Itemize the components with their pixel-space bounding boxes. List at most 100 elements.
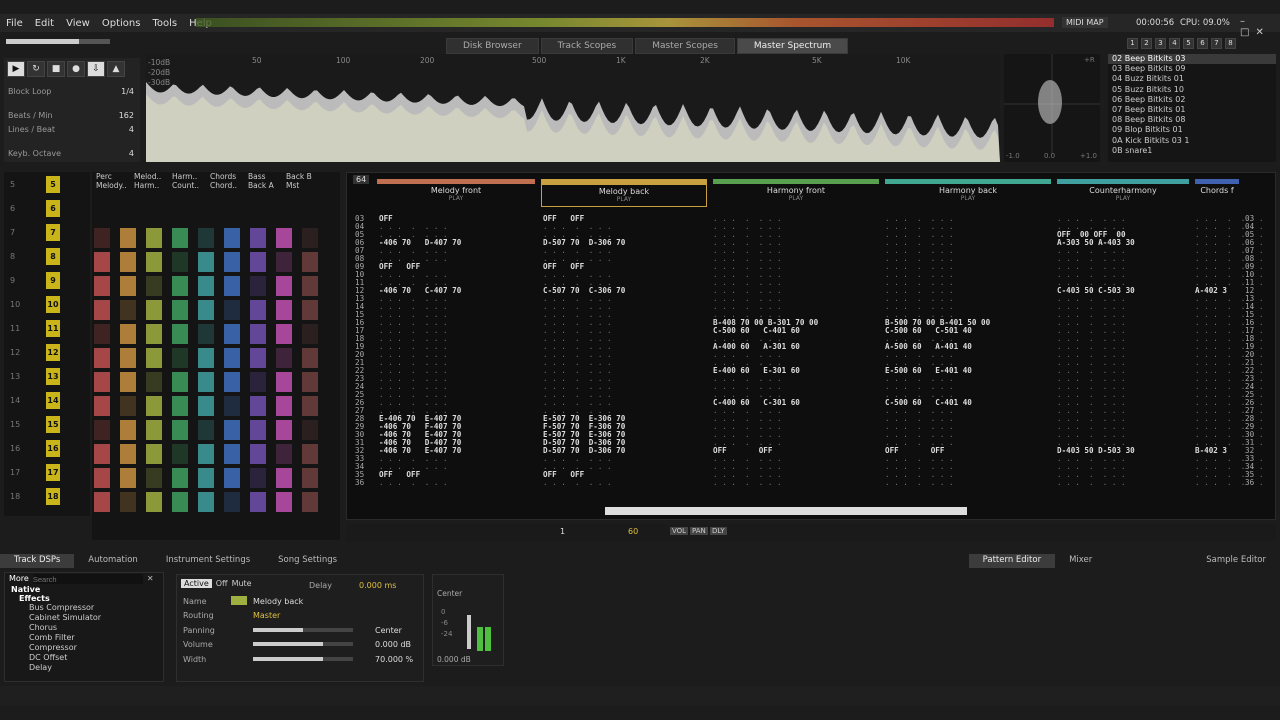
matrix-cell[interactable] xyxy=(120,420,136,440)
instrument-list[interactable]: 02 Beep Bitkits 03 03 Beep Bitkits 09 04… xyxy=(1108,54,1276,162)
matrix-cell[interactable] xyxy=(250,492,266,512)
dsp-item[interactable]: Comb Filter xyxy=(5,633,163,643)
panning-value[interactable]: Center xyxy=(375,626,402,635)
matrix-cell[interactable] xyxy=(198,228,214,248)
pattern-sequencer[interactable]: 5 5 6 6 7 7 8 8 9 9 10 10 11 11 12 12 13 13 14 14 15 15 16 16 17… xyxy=(4,172,90,516)
tab-song-settings[interactable]: Song Settings xyxy=(264,554,351,568)
matrix-cell[interactable] xyxy=(276,444,292,464)
instrument-item[interactable]: 03 Beep Bitkits 09 xyxy=(1108,64,1276,74)
dsp-item[interactable]: Bus Compressor xyxy=(5,603,163,613)
active-button[interactable]: Active xyxy=(181,579,212,588)
matrix-cell[interactable] xyxy=(120,372,136,392)
dsp-search-input[interactable] xyxy=(32,574,143,584)
matrix-cell[interactable] xyxy=(276,396,292,416)
pattern-line[interactable]: . . . . . . . xyxy=(885,479,990,487)
maximize-icon[interactable]: □ xyxy=(1240,27,1255,38)
pattern-line[interactable]: . . . . . . . xyxy=(543,479,625,487)
pattern-number[interactable]: 64 xyxy=(353,175,370,184)
track-header-harmony-back[interactable]: Harmony back PLAY xyxy=(885,179,1051,207)
play-icon[interactable]: ▶ xyxy=(7,61,25,77)
instrument-item[interactable]: 04 Buzz Bitkits 01 xyxy=(1108,74,1276,84)
horizontal-scrollbar[interactable] xyxy=(605,507,967,515)
matrix-cell[interactable] xyxy=(250,252,266,272)
matrix-cell[interactable] xyxy=(224,348,240,368)
matrix-cell[interactable] xyxy=(94,252,110,272)
matrix-cell[interactable] xyxy=(120,396,136,416)
matrix-cell[interactable] xyxy=(302,228,318,248)
matrix-cell[interactable] xyxy=(172,372,188,392)
pattern-matrix[interactable]: Perc Melod.. Harm.. Chords Bass Back B M… xyxy=(92,172,340,540)
matrix-cell[interactable] xyxy=(276,324,292,344)
matrix-cell[interactable] xyxy=(94,228,110,248)
volume-value[interactable]: 0.000 dB xyxy=(375,640,411,649)
sequence-pattern-button[interactable]: 7 xyxy=(46,224,60,241)
matrix-cell[interactable] xyxy=(120,444,136,464)
instrument-item[interactable]: 0A Kick Bitkits 03 1 xyxy=(1108,136,1276,146)
instrument-item[interactable]: 06 Beep Bitkits 02 xyxy=(1108,95,1276,105)
menu-tools[interactable]: Tools xyxy=(152,18,177,29)
matrix-cell[interactable] xyxy=(250,324,266,344)
matrix-cell[interactable] xyxy=(172,324,188,344)
sequence-pattern-button[interactable]: 15 xyxy=(46,416,60,433)
tab-master-scopes[interactable]: Master Scopes xyxy=(635,38,735,54)
pan-column-toggle[interactable]: PAN xyxy=(690,527,708,535)
loop-icon[interactable]: ↻ xyxy=(27,61,45,77)
matrix-cell[interactable] xyxy=(302,348,318,368)
preset-7-button[interactable]: 7 xyxy=(1211,38,1222,49)
block-loop-value[interactable]: 1/4 xyxy=(121,87,134,96)
matrix-cell[interactable] xyxy=(250,396,266,416)
dsp-item[interactable]: Delay xyxy=(5,663,163,673)
sequence-pattern-button[interactable]: 8 xyxy=(46,248,60,265)
lpb-value[interactable]: 4 xyxy=(129,125,134,134)
matrix-cell[interactable] xyxy=(302,492,318,512)
matrix-cell[interactable] xyxy=(276,372,292,392)
matrix-cell[interactable] xyxy=(276,420,292,440)
menu-view[interactable]: View xyxy=(66,18,90,29)
matrix-cell[interactable] xyxy=(172,468,188,488)
matrix-cell[interactable] xyxy=(120,252,136,272)
matrix-cell[interactable] xyxy=(146,492,162,512)
sequence-pattern-button[interactable]: 9 xyxy=(46,272,60,289)
matrix-cell[interactable] xyxy=(146,372,162,392)
matrix-cell[interactable] xyxy=(146,420,162,440)
matrix-cell[interactable] xyxy=(146,252,162,272)
matrix-cell[interactable] xyxy=(250,420,266,440)
matrix-cell[interactable] xyxy=(146,444,162,464)
matrix-cell[interactable] xyxy=(224,492,240,512)
preset-6-button[interactable]: 6 xyxy=(1197,38,1208,49)
pattern-editor[interactable]: 64 03 04 05 06 07 08 09 10 11 12 13 14 15 16 17 18 19 20 2… xyxy=(346,172,1276,520)
pattern-line[interactable]: . . . . . . . xyxy=(1195,479,1264,487)
preset-5-button[interactable]: 5 xyxy=(1183,38,1194,49)
sequence-pattern-button[interactable]: 14 xyxy=(46,392,60,409)
pattern-line[interactable]: . . . . . . . xyxy=(713,479,818,487)
sequence-pattern-button[interactable]: 16 xyxy=(46,440,60,457)
matrix-cell[interactable] xyxy=(276,252,292,272)
width-slider[interactable] xyxy=(253,657,353,661)
matrix-cell[interactable] xyxy=(224,252,240,272)
matrix-cell[interactable] xyxy=(276,300,292,320)
sequence-pattern-button[interactable]: 5 xyxy=(46,176,60,193)
matrix-cell[interactable] xyxy=(198,492,214,512)
track-color-swatch[interactable] xyxy=(231,596,247,605)
stop-icon[interactable]: ■ xyxy=(47,61,65,77)
matrix-cell[interactable] xyxy=(94,444,110,464)
matrix-cell[interactable] xyxy=(172,396,188,416)
matrix-cell[interactable] xyxy=(250,300,266,320)
track-column-chords-front[interactable]: . . . . . . .. . . . . . .. . . . . . ..… xyxy=(1195,215,1264,487)
dsp-item[interactable]: Compressor xyxy=(5,643,163,653)
matrix-cell[interactable] xyxy=(224,228,240,248)
preset-4-button[interactable]: 4 xyxy=(1169,38,1180,49)
matrix-cell[interactable] xyxy=(94,492,110,512)
track-column-counterharmony[interactable]: . . . . . . .. . . . . . . OFF 00 OFF 00 A… xyxy=(1057,215,1135,487)
sequence-pattern-button[interactable]: 17 xyxy=(46,464,60,481)
matrix-cell[interactable] xyxy=(172,420,188,440)
dsp-item[interactable]: Chorus xyxy=(5,623,163,633)
matrix-cell[interactable] xyxy=(198,468,214,488)
instrument-item[interactable]: 05 Buzz Bitkits 10 xyxy=(1108,85,1276,95)
matrix-cell[interactable] xyxy=(146,324,162,344)
mute-button[interactable]: Mute xyxy=(232,579,252,588)
matrix-cell[interactable] xyxy=(120,324,136,344)
tab-instrument-settings[interactable]: Instrument Settings xyxy=(152,554,264,568)
track-column-harmony-front[interactable]: . . . . . . .. . . . . . .. . . . . . ..… xyxy=(713,215,818,487)
matrix-cell[interactable] xyxy=(224,468,240,488)
